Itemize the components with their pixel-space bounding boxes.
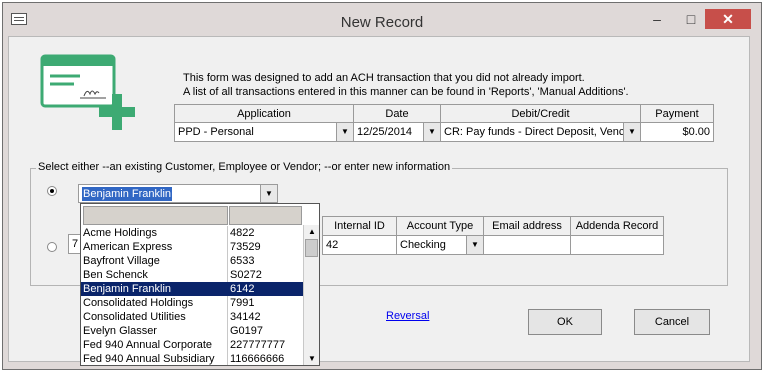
list-item-id: 7991	[230, 297, 255, 309]
dropdown-scrollbar[interactable]: ▲ ▼	[303, 225, 319, 365]
cancel-button[interactable]: Cancel	[634, 309, 710, 335]
list-item-name: American Express	[83, 241, 173, 253]
list-item[interactable]: Consolidated Utilities 34142	[81, 310, 303, 324]
existing-record-value: Benjamin Franklin	[82, 187, 173, 201]
list-item[interactable]: Acme Holdings 4822	[81, 226, 303, 240]
scroll-down-icon[interactable]: ▼	[304, 352, 319, 365]
list-item-id: 6142	[230, 283, 255, 295]
list-item-name: Fed 940 Annual Corporate	[83, 339, 213, 351]
debit-credit-value: CR: Pay funds - Direct Deposit, Venc	[444, 126, 625, 138]
header-addenda: Addenda Record	[570, 216, 664, 236]
scrollbar-thumb[interactable]	[305, 239, 318, 257]
ok-button[interactable]: OK	[528, 309, 602, 335]
chevron-down-icon[interactable]: ▼	[423, 123, 440, 141]
payment-field[interactable]: $0.00	[640, 122, 714, 142]
list-item[interactable]: Bayfront Village 6533	[81, 254, 303, 268]
header-debit-credit: Debit/Credit	[440, 104, 641, 124]
account-type-select[interactable]: Checking ▼	[396, 235, 484, 255]
list-item-id: 73529	[230, 241, 261, 253]
existing-record-dropdown[interactable]: Acme Holdings 4822 American Express 73529 Ba…	[80, 203, 320, 366]
header-internal-id: Internal ID	[322, 216, 397, 236]
new-info-radio[interactable]	[47, 242, 57, 252]
header-account-type: Account Type	[396, 216, 484, 236]
existing-record-radio[interactable]	[47, 186, 57, 196]
dropdown-column-header-id	[229, 206, 302, 225]
addenda-field[interactable]	[570, 235, 664, 255]
list-item-name: Benjamin Franklin	[83, 283, 172, 295]
maximize-button[interactable]: □	[677, 9, 705, 29]
list-item[interactable]: Fed 940 Annual Subsidiary 116666666	[81, 352, 303, 365]
list-item-name: Bayfront Village	[83, 255, 160, 267]
list-item-id: 34142	[230, 311, 261, 323]
application-value: PPD - Personal	[178, 126, 254, 138]
chevron-down-icon[interactable]: ▼	[623, 123, 640, 141]
list-item-id: S0272	[230, 269, 262, 281]
header-email: Email address	[483, 216, 571, 236]
date-select[interactable]: 12/25/2014 ▼	[353, 122, 441, 142]
list-item-id: 227777777	[230, 339, 286, 351]
account-type-value: Checking	[400, 239, 446, 251]
chevron-down-icon[interactable]: ▼	[260, 185, 277, 202]
check-with-plus-icon	[40, 54, 135, 130]
list-item-id: 4822	[230, 227, 255, 239]
header-application: Application	[174, 104, 354, 124]
list-item-name: Consolidated Holdings	[83, 297, 194, 309]
debit-credit-select[interactable]: CR: Pay funds - Direct Deposit, Venc ▼	[440, 122, 641, 142]
close-button[interactable]: ✕	[705, 9, 751, 29]
reversal-link[interactable]: Reversal	[386, 310, 429, 322]
application-select[interactable]: PPD - Personal ▼	[174, 122, 354, 142]
scroll-up-icon[interactable]: ▲	[304, 225, 319, 239]
list-item-id: G0197	[230, 325, 264, 337]
list-item[interactable]: American Express 73529	[81, 240, 303, 254]
list-item[interactable]: Fed 940 Annual Corporate 227777777	[81, 338, 303, 352]
list-item-id: 116666666	[230, 353, 285, 365]
header-date: Date	[353, 104, 441, 124]
internal-id-field[interactable]: 42	[322, 235, 397, 255]
list-item-name: Consolidated Utilities	[83, 311, 186, 323]
info-line-2: A list of all transactions entered in th…	[183, 86, 629, 98]
list-item-name: Ben Schenck	[83, 269, 148, 281]
list-item[interactable]: Evelyn Glasser G0197	[81, 324, 303, 338]
dropdown-column-header-name	[83, 206, 228, 225]
list-item[interactable]: Benjamin Franklin 6142	[81, 282, 303, 296]
list-item-name: Acme Holdings	[83, 227, 157, 239]
header-payment: Payment	[640, 104, 714, 124]
date-value: 12/25/2014	[357, 126, 413, 138]
existing-record-combo[interactable]: Benjamin Franklin ▼	[78, 184, 278, 203]
list-item-name: Evelyn Glasser	[83, 325, 157, 337]
list-item[interactable]: Consolidated Holdings 7991	[81, 296, 303, 310]
email-field[interactable]	[483, 235, 571, 255]
title-bar[interactable]: New Record – □ ✕	[3, 3, 761, 39]
list-item[interactable]: Ben Schenck S0272	[81, 268, 303, 282]
select-group-legend: Select either --an existing Customer, Em…	[36, 161, 453, 173]
list-item-name: Fed 940 Annual Subsidiary	[83, 353, 215, 365]
chevron-down-icon[interactable]: ▼	[466, 236, 483, 254]
info-line-1: This form was designed to add an ACH tra…	[183, 72, 585, 84]
chevron-down-icon[interactable]: ▼	[336, 123, 353, 141]
minimize-button[interactable]: –	[643, 9, 671, 29]
list-item-id: 6533	[230, 255, 255, 267]
